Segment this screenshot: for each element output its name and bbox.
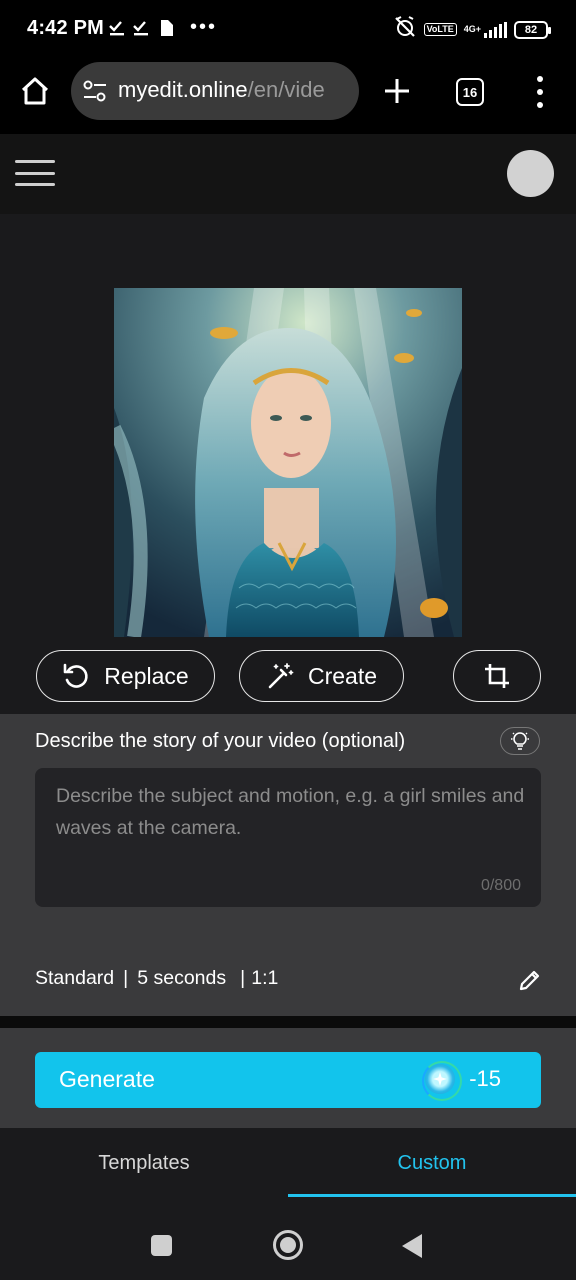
crop-icon (485, 664, 509, 688)
duration-value: 5 seconds (137, 967, 227, 989)
tab-switcher-button[interactable]: 16 (456, 78, 484, 106)
more-notifications-icon: ••• (190, 16, 218, 38)
pencil-icon (519, 970, 540, 991)
signal-icon (484, 21, 507, 38)
plus-icon (385, 79, 409, 103)
site-settings-icon[interactable] (82, 79, 108, 108)
quality-value: Standard (35, 967, 115, 989)
browser-toolbar: myedit.online/en/vide 16 (0, 58, 576, 134)
home-nav-button[interactable] (273, 1230, 303, 1260)
bottom-tab-bar: Templates Custom (0, 1128, 576, 1200)
edit-settings-button[interactable] (518, 968, 542, 992)
generate-label: Generate (59, 1066, 155, 1092)
magic-wand-icon (268, 663, 294, 689)
lightbulb-icon (511, 732, 529, 750)
crop-button[interactable] (453, 650, 541, 702)
volte-icon: VoLTE (423, 23, 457, 36)
menu-icon[interactable] (15, 160, 55, 186)
download-done-icon (108, 19, 126, 42)
active-tab-indicator (288, 1194, 576, 1197)
replace-label: Replace (104, 662, 189, 689)
create-button[interactable]: Create (239, 650, 404, 702)
separator: | (123, 967, 129, 989)
create-label: Create (307, 662, 378, 689)
home-icon (21, 77, 49, 105)
back-button[interactable] (402, 1234, 422, 1258)
tab-templates[interactable]: Templates (0, 1128, 288, 1200)
generate-button[interactable]: Generate -15 (35, 1052, 541, 1108)
download-done-icon (132, 19, 150, 42)
replace-button[interactable]: Replace (36, 650, 215, 702)
system-navigation-bar (0, 1200, 576, 1280)
editor-area: Replace Create (0, 214, 576, 714)
status-icons: VoLTE 4G+ 82 (393, 16, 551, 43)
section-divider (0, 1016, 576, 1028)
story-textarea[interactable]: Describe the subject and motion, e.g. a … (35, 768, 541, 907)
ratio-value: 1:1 (251, 967, 279, 989)
alarm-off-icon (393, 16, 417, 43)
credit-cost-value: -15 (469, 1066, 501, 1091)
avatar[interactable] (507, 150, 554, 197)
url-host: myedit.online (118, 77, 248, 102)
home-button[interactable] (18, 74, 52, 108)
battery-icon: 82 (514, 20, 551, 39)
generate-section: Generate -15 (0, 1028, 576, 1128)
app-header (0, 134, 576, 214)
tab-custom[interactable]: Custom (288, 1128, 576, 1200)
prompt-label: Describe the story of your video (option… (35, 730, 406, 752)
credit-cost: -15 (422, 1061, 501, 1101)
separator: | (240, 967, 246, 989)
battery-level: 82 (524, 23, 538, 36)
credit-icon (422, 1061, 463, 1101)
undo-icon (63, 663, 88, 688)
url-bar[interactable]: myedit.online/en/vide (71, 62, 359, 120)
new-tab-button[interactable] (380, 74, 414, 108)
status-bar: 4:42 PM ••• VoLTE 4G+ 82 (0, 0, 576, 58)
story-placeholder: Describe the subject and motion, e.g. a … (56, 785, 525, 839)
status-time: 4:42 PM (27, 17, 104, 39)
character-count: 0/800 (480, 877, 521, 894)
prompt-panel: Describe the story of your video (option… (0, 714, 576, 1016)
browser-menu-button[interactable] (528, 76, 552, 108)
url-path: /en/vide (247, 77, 325, 102)
url-text: myedit.online/en/vide (118, 77, 325, 103)
network-type: 4G+ (463, 24, 481, 34)
video-settings-summary: Standard | 5 seconds | 1:1 (35, 967, 278, 990)
prompt-idea-button[interactable] (500, 727, 540, 755)
recents-button[interactable] (151, 1235, 172, 1256)
file-icon (160, 19, 174, 42)
uploaded-image-preview (114, 288, 462, 637)
